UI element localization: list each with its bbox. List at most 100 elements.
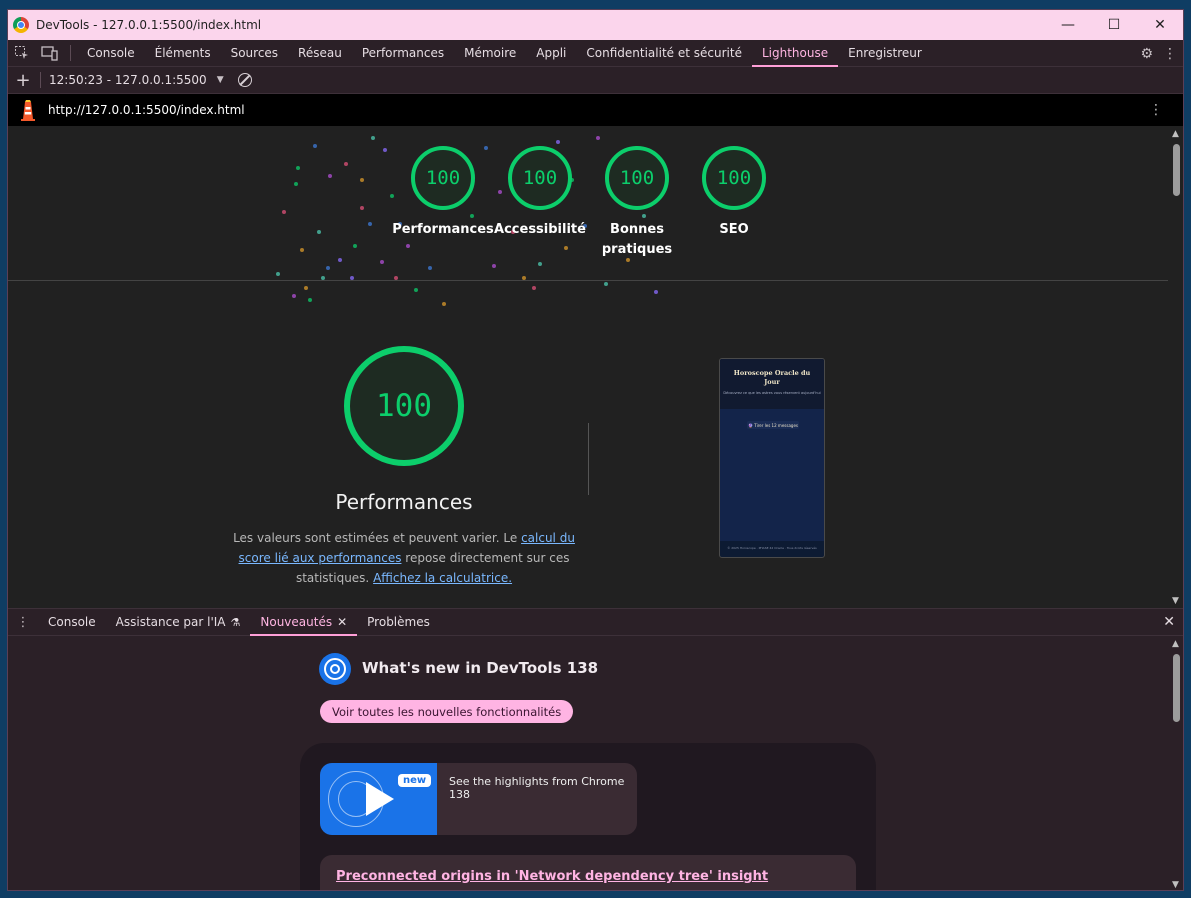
report-scrollbar[interactable]: ▲ ▼ <box>1168 126 1183 608</box>
score-gauge-accessibility[interactable]: 100 <box>508 146 572 210</box>
firework-dot <box>654 290 658 294</box>
drawer-tab-ai-assistance[interactable]: Assistance par l'IA ⚗ <box>106 608 251 636</box>
whats-new-title: What's new in DevTools 138 <box>362 659 599 677</box>
firework-dot <box>368 222 372 226</box>
score-label-best-practices: Bonnes pratiques <box>601 222 673 257</box>
score-gauge-performance[interactable]: 100 <box>411 146 475 210</box>
score-gauge-seo[interactable]: 100 <box>702 146 766 210</box>
scroll-down-icon[interactable]: ▼ <box>1172 596 1179 606</box>
feature-link[interactable]: Preconnected origins in 'Network depende… <box>336 869 768 884</box>
calculator-link[interactable]: Affichez la calculatrice. <box>373 571 512 585</box>
report-menu-icon[interactable]: ⋮ <box>1149 102 1163 118</box>
play-icon <box>366 782 394 816</box>
firework-dot <box>360 206 364 210</box>
section-divider <box>8 280 1168 281</box>
firework-dot <box>414 288 418 292</box>
drawer-tab-label: Assistance par l'IA <box>115 615 226 629</box>
firework-dot <box>282 210 286 214</box>
score-label-performance: Performances <box>392 222 494 237</box>
score-gauge-best-practices[interactable]: 100 <box>605 146 669 210</box>
chrome-logo-icon <box>13 17 29 33</box>
firework-dot <box>380 260 384 264</box>
firework-dot <box>498 190 502 194</box>
devtools-window: DevTools - 127.0.0.1:5500/index.html — ☐… <box>7 9 1184 891</box>
report-selector-label: 12:50:23 - 127.0.0.1:5500 <box>49 73 207 87</box>
inspect-element-icon[interactable] <box>8 40 36 67</box>
tab-console[interactable]: Console <box>77 40 145 67</box>
close-drawer-icon[interactable]: ✕ <box>1163 614 1175 630</box>
firework-dot <box>338 258 342 262</box>
maximize-button[interactable]: ☐ <box>1091 10 1137 40</box>
scrollbar-thumb[interactable] <box>1173 144 1180 196</box>
tab-privacy-security[interactable]: Confidentialité et sécurité <box>576 40 752 67</box>
drawer-menu-icon[interactable]: ⋮ <box>8 615 38 630</box>
scroll-up-icon[interactable]: ▲ <box>1172 129 1179 139</box>
tab-sources[interactable]: Sources <box>221 40 288 67</box>
firework-dot <box>383 148 387 152</box>
tab-elements[interactable]: Éléments <box>145 40 221 67</box>
preview-title: Horoscope Oracle du Jour <box>733 369 811 386</box>
tab-lighthouse[interactable]: Lighthouse <box>751 40 839 67</box>
scroll-down-icon[interactable]: ▼ <box>1172 880 1179 890</box>
video-card[interactable]: new See the highlights from Chrome 138 <box>320 763 637 835</box>
vertical-separator <box>588 423 589 495</box>
scrollbar-thumb[interactable] <box>1173 654 1180 722</box>
preview-body: 🔮 Tirer les 12 messages <box>720 409 824 541</box>
tab-memory[interactable]: Mémoire <box>454 40 526 67</box>
preview-subtitle: Découvrez ce que les astres vous réserve… <box>723 391 821 395</box>
firework-dot <box>564 246 568 250</box>
device-toolbar-icon[interactable] <box>36 40 64 67</box>
drawer-tab-issues[interactable]: Problèmes <box>357 608 440 636</box>
gear-icon[interactable]: ⚙ <box>1140 46 1153 62</box>
new-report-button[interactable]: + <box>8 70 38 91</box>
firework-dot <box>406 244 410 248</box>
drawer-tab-console[interactable]: Console <box>38 608 106 636</box>
firework-dot <box>317 230 321 234</box>
report-selector[interactable]: 12:50:23 - 127.0.0.1:5500 ▼ <box>49 73 224 87</box>
tab-recorder[interactable]: Enregistreur <box>838 40 932 67</box>
tab-application[interactable]: Appli <box>526 40 576 67</box>
firework-dot <box>492 264 496 268</box>
drawer-tab-label: Nouveautés <box>260 615 333 629</box>
firework-dot <box>353 244 357 248</box>
drawer-scrollbar[interactable]: ▲ ▼ <box>1168 636 1183 890</box>
report-url[interactable]: http://127.0.0.1:5500/index.html <box>48 103 245 117</box>
lighthouse-report: 100 100 100 100 Performances Accessibili… <box>8 126 1168 608</box>
tab-performance[interactable]: Performances <box>352 40 454 67</box>
highlights-card: new See the highlights from Chrome 138 P… <box>300 743 876 890</box>
clear-reports-icon[interactable] <box>237 73 252 87</box>
main-tab-bar: Console Éléments Sources Réseau Performa… <box>8 40 1183 67</box>
performance-description: Les valeurs sont estimées et peuvent var… <box>232 528 576 588</box>
firework-dot <box>484 146 488 150</box>
close-window-button[interactable]: ✕ <box>1137 10 1183 40</box>
see-all-features-button[interactable]: Voir toutes les nouvelles fonctionnalité… <box>320 700 574 723</box>
drawer-tab-label: Console <box>48 615 96 629</box>
drawer-tab-label: Problèmes <box>367 615 430 629</box>
lighthouse-toolbar: + 12:50:23 - 127.0.0.1:5500 ▼ <box>8 67 1183 94</box>
drawer-tab-whats-new[interactable]: Nouveautés ✕ <box>250 608 357 636</box>
firework-dot <box>556 140 560 144</box>
tab-network[interactable]: Réseau <box>288 40 352 67</box>
performance-score-gauge-large: 100 <box>344 346 464 466</box>
firework-dot <box>308 298 312 302</box>
close-tab-icon[interactable]: ✕ <box>337 615 347 629</box>
firework-dot <box>442 302 446 306</box>
performance-section-title: Performances <box>335 490 473 514</box>
final-screenshot-preview[interactable]: Horoscope Oracle du Jour Découvrez ce qu… <box>719 358 825 558</box>
chrome-devtools-logo-icon <box>319 653 351 685</box>
firework-dot <box>538 262 542 266</box>
caret-down-icon: ▼ <box>216 75 224 85</box>
minimize-button[interactable]: — <box>1045 10 1091 40</box>
feature-card: Preconnected origins in 'Network depende… <box>320 855 856 890</box>
video-caption: See the highlights from Chrome 138 <box>449 775 625 801</box>
firework-dot <box>642 214 646 218</box>
report-url-bar: http://127.0.0.1:5500/index.html ⋮ <box>8 94 1183 126</box>
firework-dot <box>470 214 474 218</box>
window-title: DevTools - 127.0.0.1:5500/index.html <box>36 18 262 32</box>
preview-button: 🔮 Tirer les 12 messages <box>747 421 799 429</box>
firework-dot <box>344 162 348 166</box>
scroll-up-icon[interactable]: ▲ <box>1172 639 1179 649</box>
more-options-icon[interactable]: ⋮ <box>1163 46 1177 62</box>
toolbar-separator <box>70 45 71 61</box>
firework-dot <box>276 272 280 276</box>
